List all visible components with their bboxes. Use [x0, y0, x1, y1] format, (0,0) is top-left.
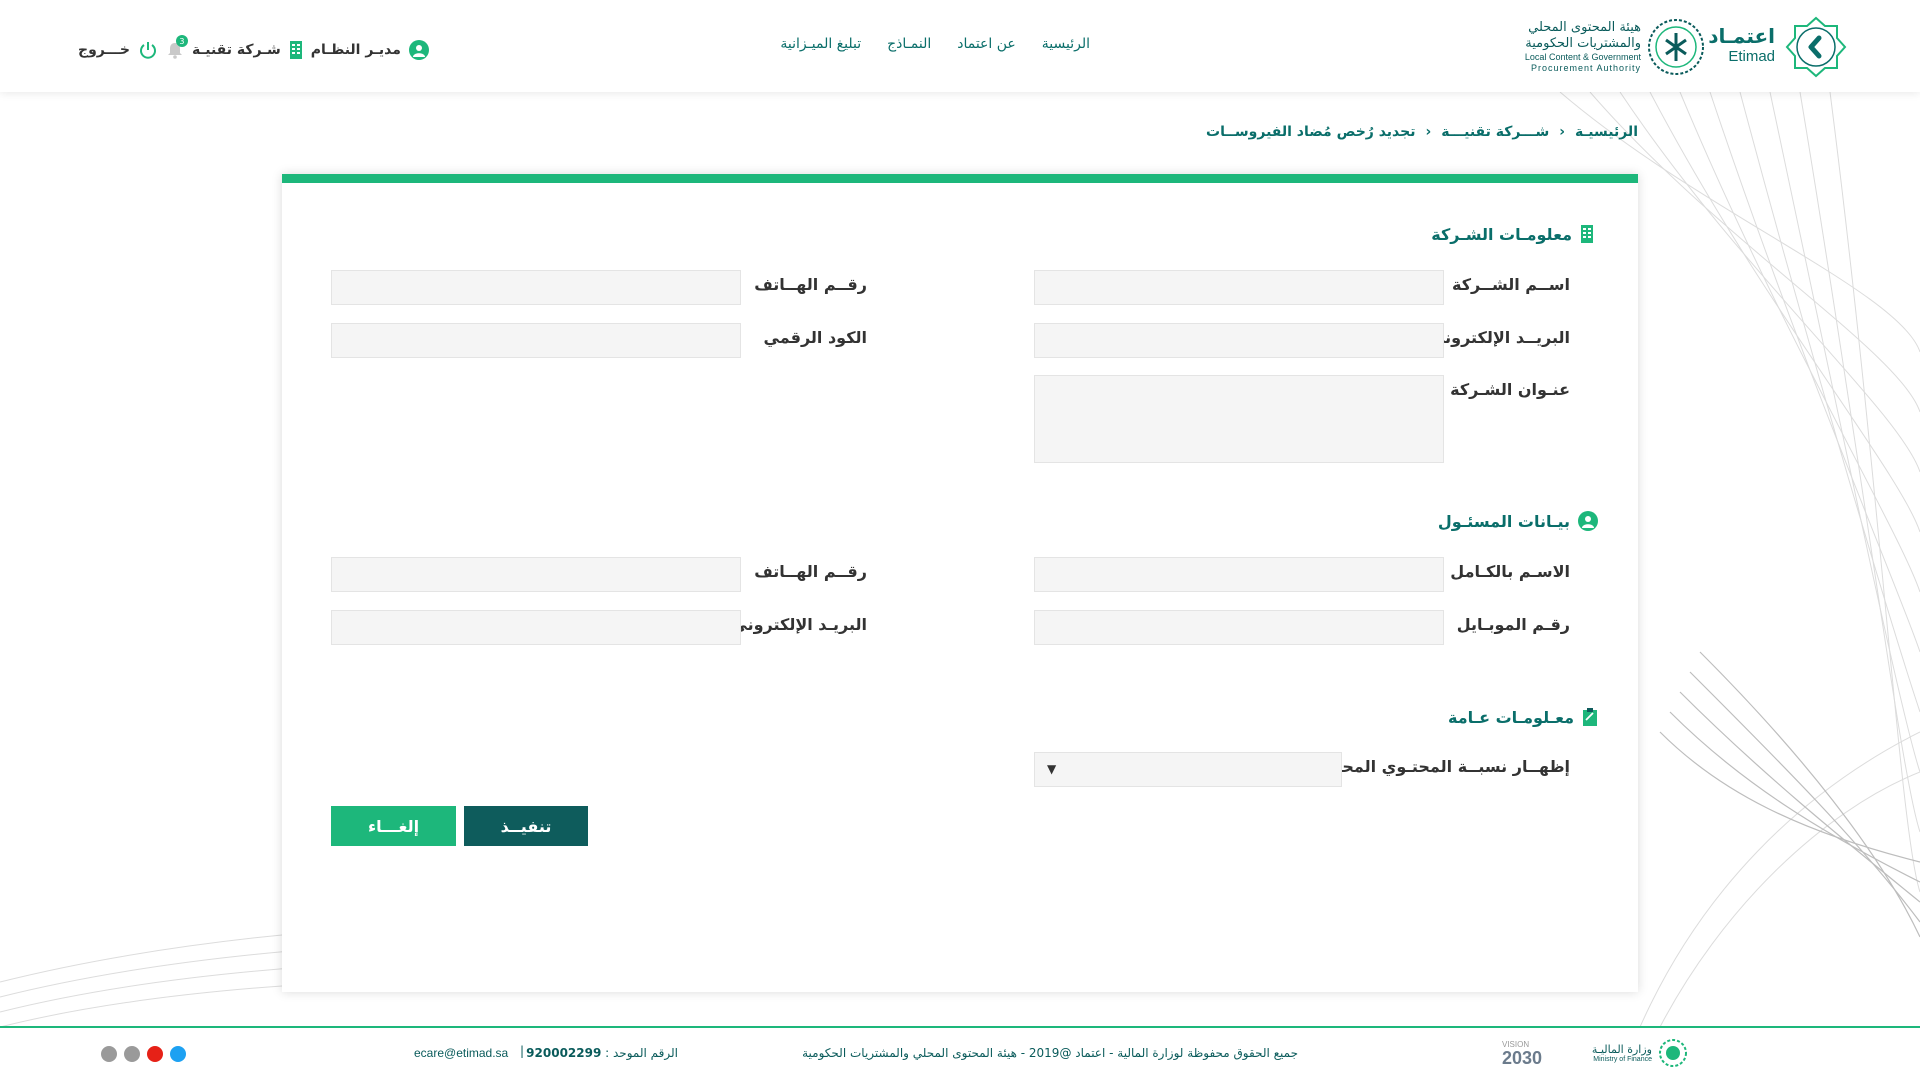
footer-phone-value: 920002299	[526, 1046, 602, 1060]
company-name-label: اســم الشــركة	[1452, 275, 1570, 294]
social-instagram-icon[interactable]	[124, 1046, 140, 1062]
twitter-icon[interactable]	[170, 1046, 186, 1062]
footer-copyright: جميع الحقوق محفوظة لوزارة المالية - اعتم…	[802, 1046, 1298, 1060]
mof-name-ar: وزارة الماليـة	[1591, 1043, 1652, 1056]
company-email-input[interactable]	[1034, 323, 1444, 358]
footer-email[interactable]: ecare@etimad.sa	[414, 1046, 508, 1060]
top-header: اعتمـاد Etimad هيئة المحتوى المحلي والمش…	[0, 0, 1920, 92]
local-content-select[interactable]: ▼	[1034, 752, 1342, 787]
user-area: خـــروج 3 شـركة تقنيـة مديـر النظـام	[78, 35, 429, 60]
responsible-phone-label: رقــم الهــاتف	[754, 562, 867, 581]
company-address-input[interactable]	[1034, 375, 1444, 463]
lcgpa-name-line1: هيئة المحتوى المحلي	[1528, 20, 1641, 35]
cancel-button[interactable]: إلغـــاء	[331, 806, 456, 846]
footer-divider: |	[520, 1044, 525, 1058]
company-address-label: عنـوان الشـركة	[1450, 380, 1570, 399]
etimad-emblem-icon	[1785, 16, 1847, 78]
responsible-email-label: البريـد الإلكتروني	[731, 615, 867, 634]
notifications-button[interactable]: 3	[166, 35, 188, 59]
user-company[interactable]: شـركة تقنيـة	[192, 42, 281, 58]
power-icon[interactable]	[138, 40, 158, 60]
section-responsible-title: بيـانات المسئـول	[1437, 511, 1570, 531]
footer: وزارة الماليـة Ministry of Finance VISIO…	[0, 1026, 1920, 1080]
logout-link[interactable]: خـــروج	[78, 42, 130, 58]
breadcrumb-current: تجديد رُخص مُضاد الفيروســات	[1206, 124, 1416, 140]
mof-logo: وزارة الماليـة Ministry of Finance	[1592, 1038, 1688, 1068]
etimad-logo-ar: اعتمـاد	[1708, 24, 1775, 48]
breadcrumb-home[interactable]: الرئيسيـة	[1575, 124, 1638, 140]
etimad-logo[interactable]: اعتمـاد Etimad	[1708, 16, 1847, 78]
lcgpa-logo: هيئة المحتوى المحلي والمشتريات الحكومية …	[1515, 16, 1705, 78]
section-general-title: معـلومـات عـامة	[1447, 707, 1574, 727]
lcgpa-name-line3: Local Content & Government	[1524, 52, 1641, 62]
social-links	[101, 1046, 186, 1062]
company-phone-input[interactable]	[331, 270, 741, 305]
chevron-left-icon: ›	[1425, 124, 1432, 140]
company-phone-label: رقــم الهــاتف	[754, 275, 867, 294]
responsible-email-input[interactable]	[331, 610, 741, 645]
youtube-icon[interactable]	[147, 1046, 163, 1062]
mobile-input[interactable]	[1034, 610, 1444, 645]
caret-down-icon: ▼	[1047, 762, 1057, 776]
execute-button[interactable]: تنفيــذ	[464, 806, 588, 846]
form-card: معلومـات الشـركة اســم الشــركة رقــم ال…	[282, 174, 1638, 992]
section-company-info-title: معلومـات الشـركة	[1431, 224, 1572, 244]
section-general: معـلومـات عـامة	[1448, 707, 1598, 727]
chevron-left-icon: ›	[1559, 124, 1566, 140]
nav-forms[interactable]: النمـاذج	[887, 36, 931, 52]
company-code-input[interactable]	[331, 323, 741, 358]
breadcrumb-company[interactable]: شـــركة تقنيـــة	[1441, 124, 1549, 140]
footer-phone-label: الرقم الموحد :	[601, 1046, 678, 1060]
user-icon[interactable]	[408, 40, 429, 60]
company-name-input[interactable]	[1034, 270, 1444, 305]
footer-phone: الرقم الموحد : 920002299	[526, 1046, 678, 1060]
main-nav: الرئيسية عن اعتماد النمـاذج تبليغ الميـز…	[780, 36, 1090, 52]
mof-name-en: Ministry of Finance	[1593, 1056, 1652, 1063]
building-icon	[289, 41, 302, 59]
vision-year: 2030	[1502, 1048, 1543, 1068]
local-content-label: إظهــار نسبــة المحتـوي المحلي	[1319, 757, 1570, 776]
nav-home[interactable]: الرئيسية	[1042, 36, 1090, 52]
responsible-phone-input[interactable]	[331, 557, 741, 592]
social-gray-icon[interactable]	[101, 1046, 117, 1062]
etimad-logo-en: Etimad	[1728, 48, 1775, 65]
fullname-label: الاسـم بالكـامل	[1450, 562, 1570, 581]
notifications-badge: 3	[175, 35, 188, 47]
building-icon	[1581, 225, 1593, 243]
company-code-label: الكود الرقمي	[763, 328, 867, 347]
lcgpa-emblem-icon	[1648, 19, 1704, 75]
fullname-input[interactable]	[1034, 557, 1444, 592]
vision-2030-logo: VISION 2030	[1502, 1040, 1554, 1072]
lcgpa-name-line2: والمشتريات الحكومية	[1525, 36, 1641, 51]
lcgpa-name-line4: Procurement Authority	[1530, 63, 1641, 73]
mof-emblem-icon	[1659, 1039, 1687, 1067]
breadcrumb: الرئيسيـة › شـــركة تقنيـــة › تجديد رُخ…	[1206, 124, 1638, 140]
nav-about[interactable]: عن اعتماد	[957, 36, 1016, 52]
clipboard-icon	[1583, 708, 1597, 726]
nav-budget[interactable]: تبليغ الميـزانية	[780, 36, 861, 52]
user-icon	[1578, 511, 1598, 531]
section-company-info: معلومـات الشـركة	[1431, 224, 1594, 244]
company-email-label: البريــد الإلكتروني	[1428, 328, 1570, 347]
section-responsible: بيـانات المسئـول	[1438, 511, 1598, 531]
mobile-label: رقـم الموبـايل	[1456, 615, 1570, 634]
user-role[interactable]: مديـر النظـام	[311, 42, 401, 58]
